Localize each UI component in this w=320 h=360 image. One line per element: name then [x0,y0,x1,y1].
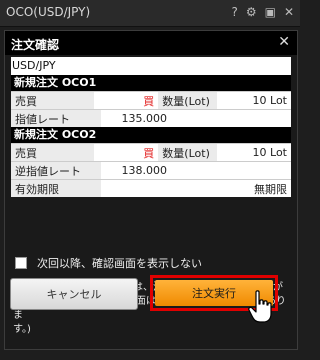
oco1-qty-label: 数量(Lot) [158,92,218,109]
help-icon[interactable]: ? [231,4,237,20]
oco2-expiry-value: 無期限 [101,180,291,197]
window-title: OCO(USD/JPY) [6,5,91,19]
oco2-row-expiry: 有効期限 無期限 [11,179,291,197]
oco2-price-value: 138.000 [101,162,171,179]
oco2-side-value: 買 [93,144,159,161]
oco1-row-side-qty: 売買 買 数量(Lot) 10 Lot [11,91,291,109]
oco2-qty-value: 10 Lot [217,144,291,161]
oco1-qty-value: 10 Lot [217,92,291,109]
hide-confirmation-checkbox[interactable] [15,257,27,269]
oco-window: OCO(USD/JPY) ? ⚙ ▣ ✕ 注文確認 ✕ USD/JPY 新規注文… [0,0,300,360]
oco2-price-blank [171,162,291,179]
oco1-side-value: 買 [93,92,159,109]
oco2-side-label: 売買 [11,144,94,161]
oco2-row-side-qty: 売買 買 数量(Lot) 10 Lot [11,143,291,161]
currency-pair: USD/JPY [12,59,56,72]
oco1-price-label: 指値レート [11,110,101,127]
note-line-3: す。) [13,324,31,335]
oco2-qty-label: 数量(Lot) [158,144,218,161]
gear-icon[interactable]: ⚙ [246,4,257,20]
oco2-price-label: 逆指値レート [11,162,101,179]
window-close-icon[interactable]: ✕ [284,4,294,20]
window-titlebar[interactable]: OCO(USD/JPY) ? ⚙ ▣ ✕ [0,0,300,27]
window-maximize-icon[interactable]: ▣ [265,4,276,20]
oco1-price-blank [171,110,291,127]
dialog-close-icon[interactable]: ✕ [278,34,290,50]
oco1-price-value: 135.000 [101,110,171,127]
dialog-title: 注文確認 [11,38,60,52]
hide-confirmation-option[interactable]: 次回以降、確認画面を表示しない [15,255,202,271]
hand-pointer-icon [248,290,272,323]
dialog-header: 注文確認 ✕ [5,31,297,55]
oco1-row-price: 指値レート 135.000 [11,109,291,127]
oco2-title: 新規注文 OCO2 [11,127,291,143]
oco1-title: 新規注文 OCO1 [11,75,291,91]
window-controls: ? ⚙ ▣ ✕ [231,4,294,20]
hide-confirmation-label: 次回以降、確認画面を表示しない [37,257,202,270]
cancel-button[interactable]: キャンセル [10,278,138,310]
order-summary-panel: USD/JPY 新規注文 OCO1 売買 買 数量(Lot) 10 Lot 指値… [11,57,291,197]
oco2-expiry-label: 有効期限 [11,180,101,197]
oco2-row-price: 逆指値レート 138.000 [11,161,291,179]
oco1-side-label: 売買 [11,92,94,109]
